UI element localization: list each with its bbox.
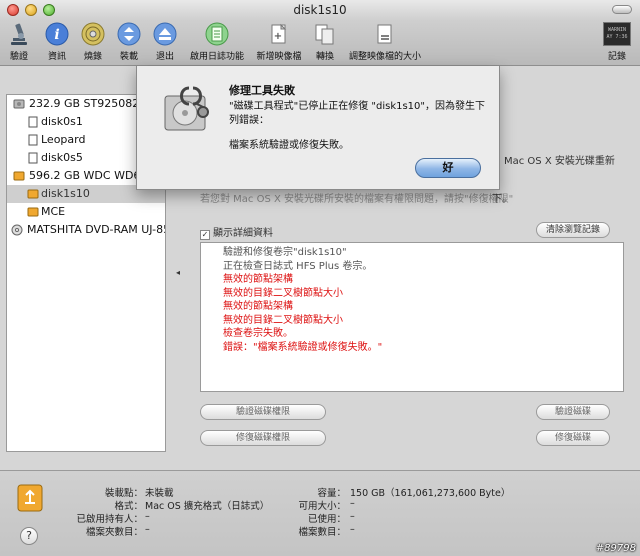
- description-text: 若您對 Mac OS X 安裝光碟所安裝的檔案有權限問題，請按"修復權限": [200, 194, 514, 205]
- dialog-message: "磁碟工具程式"已停止正在修復 "disk1s10"，因為發生下列錯誤：: [229, 101, 486, 126]
- svg-text:i: i: [54, 27, 59, 43]
- repair-log: 驗證和修復卷宗"disk1s10" 正在檢查日誌式 HFS Plus 卷宗。 無…: [200, 242, 624, 392]
- volume-icon: [28, 152, 38, 164]
- capacity-label: 容量：: [317, 488, 346, 499]
- log-line-error: 無效的節點架構: [223, 274, 293, 285]
- toolbar: 驗證 i 資訊 燒錄 裝載 退出 啟用日誌功能 + 新增映像檔 轉換 調整映像檔…: [0, 20, 640, 66]
- available-label: 可用大小：: [298, 501, 346, 512]
- toolbar-verify-button[interactable]: 驗證: [4, 22, 34, 62]
- repair-failed-dialog: 修理工具失敗 "磁碟工具程式"已停止正在修復 "disk1s10"，因為發生下列…: [136, 66, 500, 190]
- svg-text:+: +: [274, 31, 282, 42]
- close-window-button[interactable]: [7, 4, 19, 16]
- log-icon: WARNIN AY 7:36: [603, 22, 631, 46]
- log-line: 正在檢查日誌式 HFS Plus 卷宗。: [223, 260, 373, 272]
- log-line-error: 錯誤："檔案系統驗證或修復失敗。": [223, 341, 383, 353]
- disk-list-item[interactable]: MCE: [7, 203, 165, 221]
- external-volume-icon: [27, 207, 39, 217]
- description-text: 下。: [492, 194, 512, 205]
- mount-point-value: 未裝載: [145, 488, 174, 499]
- toolbar-new-image-button[interactable]: + 新增映像檔: [252, 22, 306, 62]
- dialog-detail: 檔案系統驗證或修復失敗。: [229, 140, 349, 151]
- microscope-icon: [11, 23, 27, 45]
- verify-disk-button[interactable]: 驗證磁碟: [536, 404, 610, 420]
- description-text: Mac OS X 安裝光碟重新: [504, 156, 615, 167]
- zoom-window-button[interactable]: [43, 4, 55, 16]
- journal-icon: [205, 22, 229, 46]
- log-line-error: 無效的目錄二叉樹節點大小: [223, 314, 343, 326]
- ok-button[interactable]: 好: [415, 158, 481, 178]
- toolbar-log-button[interactable]: WARNIN AY 7:36 記錄: [600, 22, 634, 62]
- owners-enabled-value: –: [145, 511, 150, 522]
- folder-count-value: –: [145, 524, 150, 535]
- watermark: #89798: [595, 543, 636, 554]
- log-line-error: 檢查卷宗失敗。: [223, 328, 293, 339]
- folder-count-label: 檔案夾數目：: [85, 527, 143, 538]
- verify-permissions-button[interactable]: 驗證磁碟權限: [200, 404, 326, 420]
- external-disk-icon: [13, 171, 25, 181]
- toolbar-label: 燒錄: [83, 52, 102, 62]
- volume-info-footer: 裝載點： 未裝載 格式： Mac OS 擴充格式（日誌式） 已啟用持有人： – …: [0, 470, 640, 556]
- toolbar-label: 記錄: [607, 52, 626, 62]
- minimize-window-button[interactable]: [25, 4, 37, 16]
- log-line-error: 無效的目錄二叉樹節點大小: [223, 287, 343, 299]
- owners-enabled-label: 已啟用持有人：: [76, 514, 143, 525]
- used-label: 已使用：: [307, 514, 346, 525]
- toolbar-burn-button[interactable]: 燒錄: [78, 22, 108, 62]
- toolbar-toggle-button[interactable]: [612, 5, 632, 14]
- dialog-title: 修理工具失敗: [229, 84, 295, 97]
- toolbar-label: 調整映像檔的大小: [348, 52, 421, 62]
- capacity-value: 150 GB（161,061,273,600 Byte）: [350, 488, 511, 499]
- window-title: disk1s10: [293, 3, 347, 17]
- burn-icon: [81, 22, 105, 46]
- disk-utility-icon: [164, 86, 209, 131]
- repair-disk-button[interactable]: 修復磁碟: [536, 430, 610, 446]
- file-count-value: –: [350, 524, 355, 535]
- volume-icon: [28, 134, 38, 146]
- format-label: 格式：: [114, 501, 143, 512]
- external-volume-icon: [27, 189, 39, 199]
- optical-drive-icon: [11, 224, 23, 236]
- eject-icon: [153, 22, 177, 46]
- toolbar-label: 裝載: [119, 52, 138, 62]
- file-count-label: 檔案數目：: [298, 527, 346, 538]
- external-disk-icon: [17, 484, 43, 512]
- toolbar-label: 退出: [155, 52, 174, 62]
- toolbar-label: 啟用日誌功能: [189, 52, 244, 62]
- info-icon: i: [45, 22, 69, 46]
- log-line-error: 無效的節點架構: [223, 301, 293, 312]
- toolbar-info-button[interactable]: i 資訊: [40, 22, 74, 62]
- mount-icon: [117, 22, 141, 46]
- toolbar-label: 資訊: [47, 52, 66, 62]
- used-value: –: [350, 511, 355, 522]
- mount-point-label: 裝載點：: [104, 488, 143, 499]
- resize-image-icon: [377, 24, 392, 44]
- checkmark-icon: ✓: [200, 230, 210, 240]
- log-line: 驗證和修復卷宗"disk1s10": [223, 247, 347, 258]
- convert-icon: [315, 24, 334, 45]
- toolbar-convert-button[interactable]: 轉換: [310, 22, 340, 62]
- toolbar-eject-button[interactable]: 退出: [150, 22, 180, 62]
- toolbar-label: 轉換: [315, 52, 334, 62]
- toolbar-label: 新增映像檔: [256, 52, 302, 62]
- disk-list-item[interactable]: MATSHITA DVD-RAM UJ-850: [7, 221, 165, 239]
- repair-permissions-button[interactable]: 修復磁碟權限: [200, 430, 326, 446]
- toolbar-enable-journaling-button[interactable]: 啟用日誌功能: [186, 22, 248, 62]
- new-image-icon: +: [271, 23, 287, 44]
- available-value: –: [350, 498, 355, 509]
- toolbar-label: 驗證: [9, 52, 28, 62]
- help-button[interactable]: ?: [20, 527, 38, 545]
- toolbar-mount-button[interactable]: 裝載: [114, 22, 144, 62]
- toolbar-resize-image-button[interactable]: 調整映像檔的大小: [344, 22, 426, 62]
- volume-icon: [28, 116, 38, 128]
- clear-history-button[interactable]: 清除瀏覽記錄: [536, 222, 610, 238]
- window-titlebar: disk1s10: [0, 0, 640, 20]
- show-details-checkbox[interactable]: ✓ 顯示詳細資料: [200, 224, 273, 240]
- sidebar-resize-handle[interactable]: ◂: [176, 268, 180, 277]
- hard-disk-icon: [13, 99, 25, 109]
- format-value: Mac OS 擴充格式（日誌式）: [145, 501, 270, 512]
